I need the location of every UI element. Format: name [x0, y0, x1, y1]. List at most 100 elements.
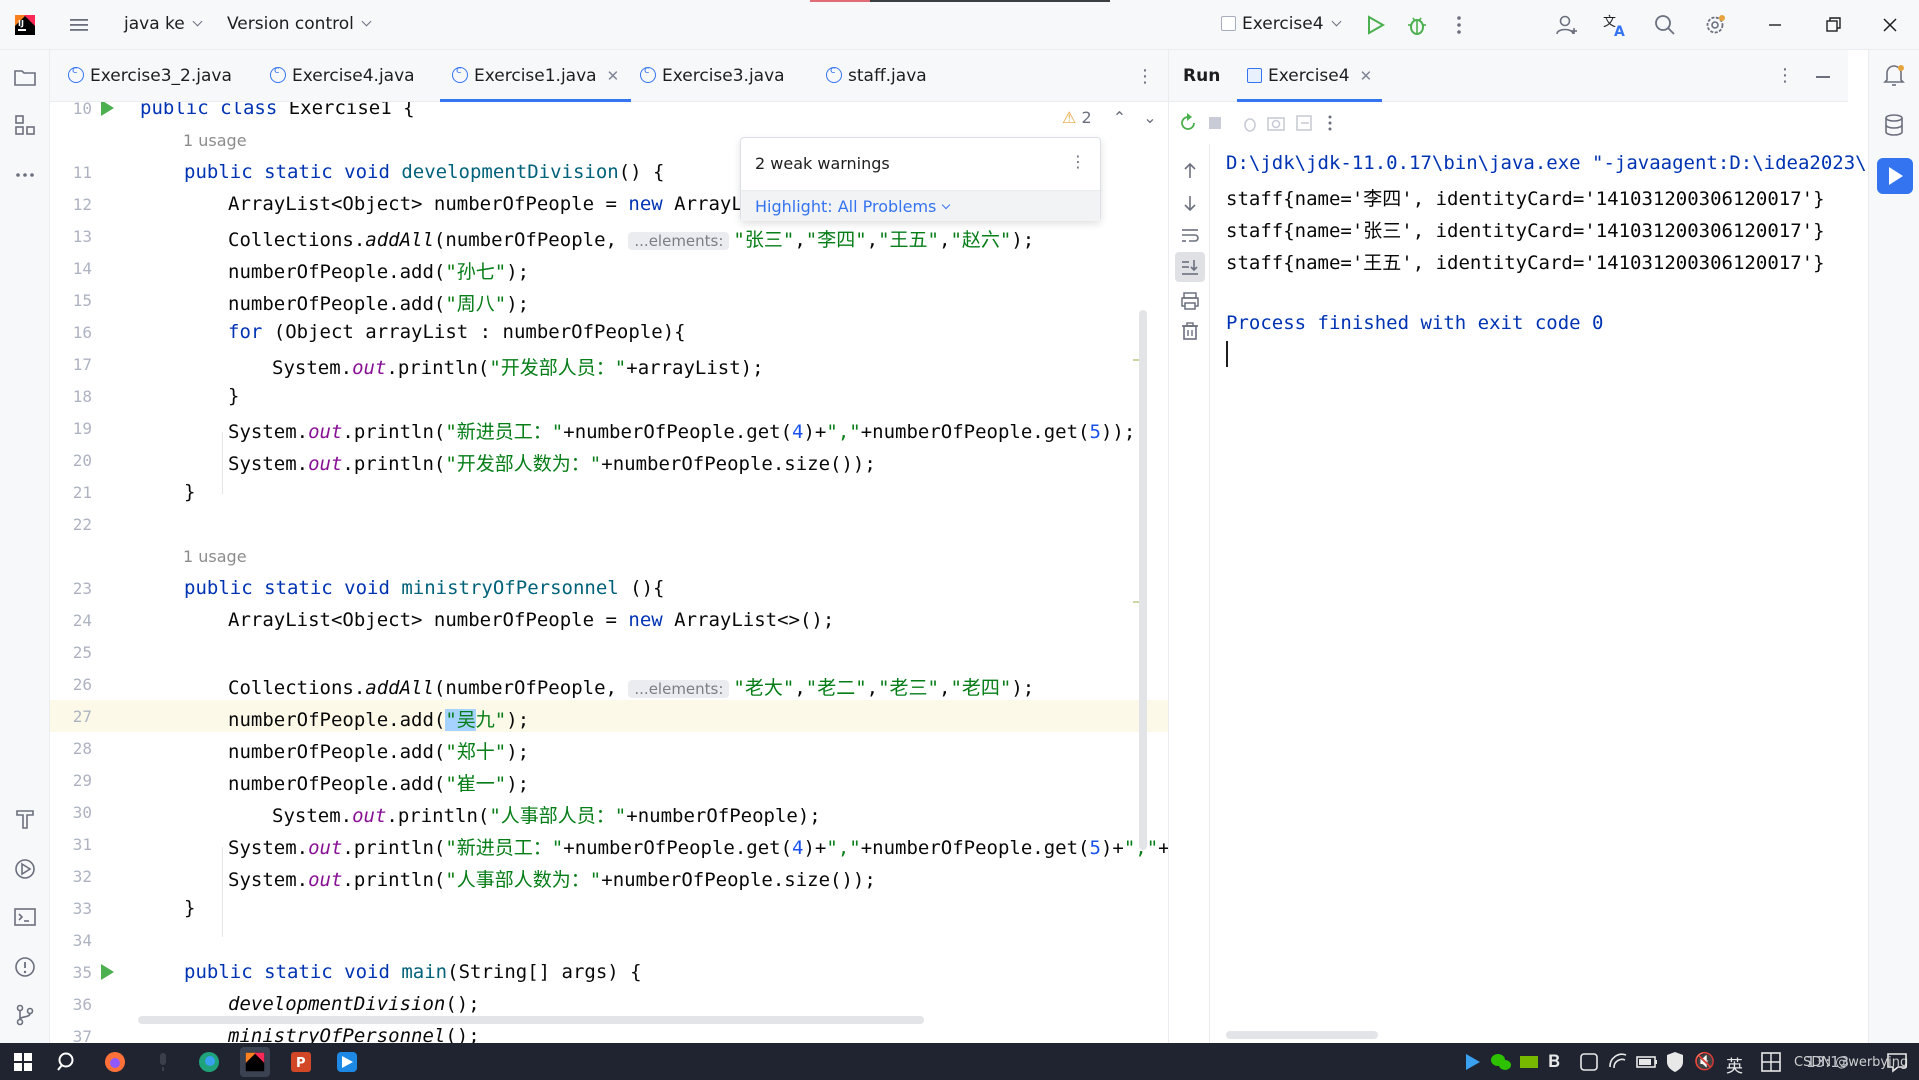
edge-browser-icon[interactable]: [196, 1049, 222, 1075]
highlight-level-link[interactable]: Highlight: All Problems: [755, 197, 951, 216]
stop-icon[interactable]: [1204, 112, 1226, 134]
nvidia-icon[interactable]: [1516, 1049, 1542, 1075]
tab-staff[interactable]: staff.java: [826, 50, 927, 102]
debug-rerun-icon[interactable]: [1239, 112, 1261, 134]
code-line: 17 System.out.println("开发部人员："+arrayList…: [50, 348, 1168, 380]
soft-wrap-icon[interactable]: [1179, 224, 1201, 246]
code-line: 21 }: [50, 476, 1168, 508]
translate-icon[interactable]: 文 A: [1602, 12, 1628, 38]
tray-app-icon[interactable]: [1576, 1049, 1602, 1075]
code-text: }: [228, 385, 240, 407]
debug-icon[interactable]: [1404, 12, 1430, 38]
progress-line: [810, 0, 1110, 2]
feishu-app-icon[interactable]: [334, 1049, 360, 1075]
battery-icon[interactable]: [1634, 1049, 1660, 1075]
run-gutter-icon[interactable]: [101, 102, 114, 116]
tab-exercise1[interactable]: Exercise1.java ✕: [440, 50, 632, 102]
database-icon[interactable]: [1881, 112, 1907, 138]
scroll-to-end-button[interactable]: [1175, 252, 1205, 282]
exit-icon[interactable]: [1293, 112, 1315, 134]
ime-language[interactable]: 英: [1726, 1052, 1743, 1077]
wifi-icon[interactable]: [1606, 1049, 1632, 1075]
windows-start-icon[interactable]: [10, 1049, 36, 1075]
security-shield-icon[interactable]: [1662, 1049, 1688, 1075]
arrow-down-icon[interactable]: [1179, 192, 1201, 214]
run-tab-exercise4[interactable]: Exercise4 ✕: [1237, 50, 1383, 102]
main-menu-icon[interactable]: [66, 12, 92, 38]
tab-exercise4[interactable]: Exercise4.java: [270, 50, 415, 102]
more-actions-icon[interactable]: [1446, 12, 1472, 38]
code-editor[interactable]: 10 public class Exercise1 { 1 usage 11 p…: [50, 102, 1168, 1043]
more-tools-icon[interactable]: [12, 162, 38, 188]
intellij-logo-icon[interactable]: IJ: [12, 12, 38, 38]
notifications-bell-icon[interactable]: [1881, 62, 1907, 88]
tab-exercise3[interactable]: Exercise3.java: [640, 50, 785, 102]
git-branch-icon[interactable]: [12, 1002, 38, 1028]
intellij-taskbar-button[interactable]: [240, 1047, 270, 1077]
project-selector[interactable]: java ke: [124, 14, 203, 34]
editor-vertical-scrollbar[interactable]: [1139, 310, 1147, 850]
camera-icon[interactable]: [1265, 112, 1287, 134]
more-run-actions-icon[interactable]: [1319, 112, 1341, 134]
next-highlight-icon[interactable]: ⌄: [1143, 108, 1156, 127]
tab-options-icon[interactable]: ⋮: [1136, 66, 1154, 87]
powerpoint-icon[interactable]: P: [288, 1049, 314, 1075]
minimize-icon[interactable]: [1762, 12, 1788, 38]
services-run-icon[interactable]: [12, 856, 38, 882]
line-number: 30: [72, 803, 92, 822]
tray-bold-icon[interactable]: 𝐁: [1548, 1052, 1560, 1072]
run-window-toggle-button[interactable]: [1877, 158, 1913, 194]
code-text: numberOfPeople.add("吴九");: [228, 709, 530, 731]
run-options-icon[interactable]: ⋮: [1776, 65, 1794, 86]
wechat-icon[interactable]: [1488, 1049, 1514, 1075]
usage-hint[interactable]: 1 usage: [183, 131, 247, 150]
close-window-icon[interactable]: [1877, 12, 1903, 38]
popup-options-icon[interactable]: ⋮: [1070, 152, 1086, 171]
line-number: 15: [72, 291, 92, 310]
previous-highlight-icon[interactable]: ⌃: [1113, 108, 1126, 127]
code-text: System.out.println("人事部人数为："+numberOfPeo…: [228, 869, 876, 891]
hide-window-icon[interactable]: [1816, 76, 1830, 78]
close-run-tab-icon[interactable]: ✕: [1360, 67, 1373, 85]
code-line: 10 public class Exercise1 {: [50, 102, 1168, 124]
code-line: 29 numberOfPeople.add("崔一");: [50, 764, 1168, 796]
terminal-icon[interactable]: [12, 904, 38, 930]
build-hammer-icon[interactable]: [12, 806, 38, 832]
volume-muted-icon[interactable]: 🔇: [1694, 1052, 1715, 1072]
taskbar-search-icon[interactable]: [54, 1049, 80, 1075]
search-icon[interactable]: [1652, 12, 1678, 38]
structure-icon[interactable]: [12, 112, 38, 138]
parameter-hint: ...elements:: [628, 232, 730, 250]
run-config-selector[interactable]: Exercise4: [1221, 14, 1342, 34]
clock[interactable]: 13:13: [1806, 1053, 1849, 1071]
code-line: 26 Collections.addAll(numberOfPeople, ..…: [50, 668, 1168, 700]
run-console[interactable]: D:\jdk\jdk-11.0.17\bin\java.exe "-javaag…: [1210, 144, 1868, 1043]
code-text: }: [184, 897, 196, 919]
editor-horizontal-scrollbar[interactable]: [138, 1016, 924, 1024]
ime-grid-icon[interactable]: [1758, 1049, 1784, 1075]
add-user-icon[interactable]: [1554, 12, 1580, 38]
settings-gear-icon[interactable]: [1702, 12, 1728, 38]
line-number: 13: [72, 227, 92, 246]
restore-icon[interactable]: [1820, 12, 1846, 38]
tray-feishu-icon[interactable]: [1460, 1049, 1486, 1075]
project-folder-icon[interactable]: [12, 64, 38, 90]
line-number: 26: [72, 675, 92, 694]
microphone-icon[interactable]: [150, 1049, 176, 1075]
run-icon[interactable]: [1362, 12, 1388, 38]
console-horizontal-scrollbar[interactable]: [1226, 1031, 1378, 1039]
rerun-icon[interactable]: [1177, 112, 1199, 134]
firefox-icon[interactable]: [102, 1049, 128, 1075]
run-gutter-icon[interactable]: [101, 964, 114, 980]
usage-hint[interactable]: 1 usage: [183, 547, 247, 566]
arrow-up-icon[interactable]: [1179, 160, 1201, 182]
print-icon[interactable]: [1179, 290, 1201, 312]
problems-icon[interactable]: [12, 954, 38, 980]
close-tab-icon[interactable]: ✕: [607, 67, 620, 85]
notification-center-icon[interactable]: [1884, 1049, 1910, 1075]
tab-exercise3-2[interactable]: Exercise3_2.java: [68, 50, 232, 102]
vcs-selector[interactable]: Version control: [227, 14, 372, 34]
inspection-widget[interactable]: ⚠ 2 ⌃ ⌄: [1062, 108, 1157, 127]
trash-icon[interactable]: [1179, 320, 1201, 342]
chevron-down-icon: [942, 200, 951, 210]
